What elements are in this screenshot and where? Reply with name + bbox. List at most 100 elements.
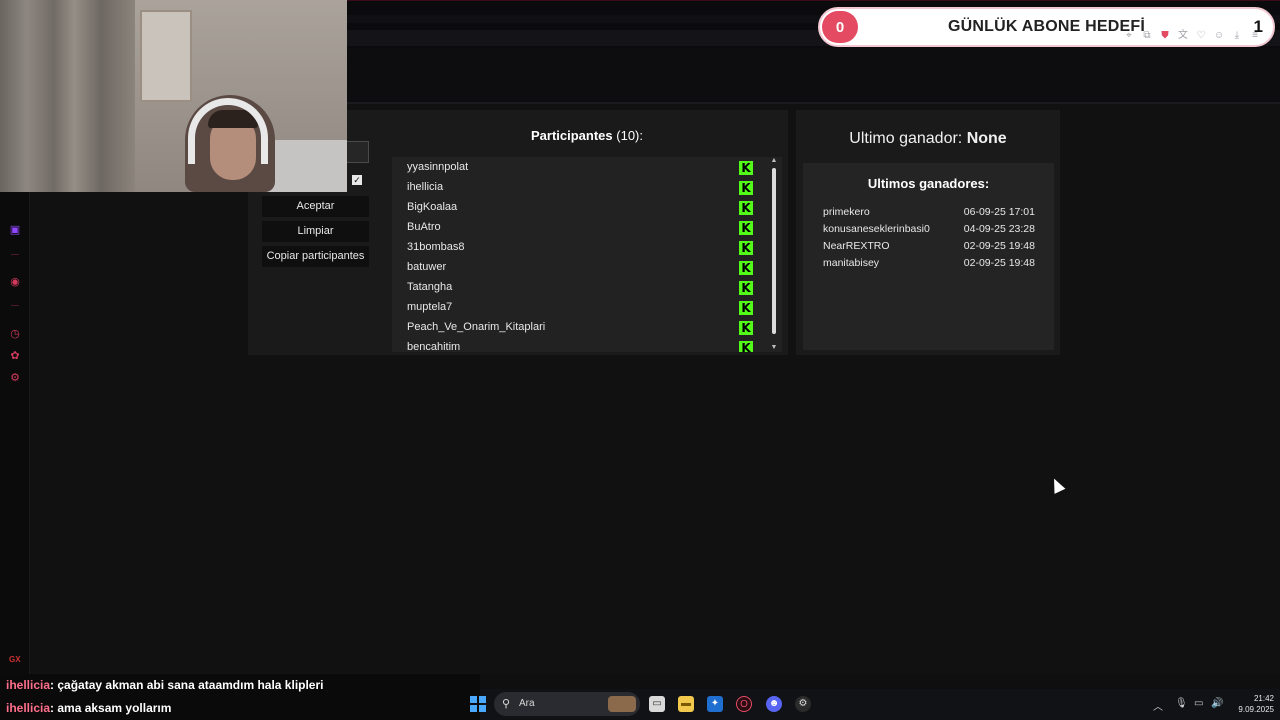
sidebar-divider (11, 254, 19, 255)
participant-row[interactable]: yyasinnpolat K (392, 157, 782, 177)
participant-name: BuAtro (407, 221, 441, 233)
participant-row[interactable]: BuAtro K (392, 217, 782, 237)
kick-icon: K (739, 221, 753, 235)
kick-icon: K (739, 261, 753, 275)
clock-time: 21:42 (1253, 694, 1274, 703)
kick-icon: K (739, 241, 753, 255)
shield-icon[interactable]: ⛊ (1159, 30, 1171, 42)
goal-current-count: 0 (822, 11, 858, 43)
account-icon[interactable]: ☺ (1213, 30, 1225, 42)
steam-icon[interactable]: ⚙ (795, 696, 811, 712)
last-winner-label: Ultimo ganador: (849, 130, 963, 147)
winner-row: konusaneseklerinbasi0 04-09-25 23:28 (823, 223, 1035, 239)
sidebar-divider (11, 305, 19, 306)
twitch-icon[interactable]: ▣ (8, 222, 22, 236)
winner-date: 06-09-25 17:01 (963, 206, 1035, 218)
volume-icon[interactable]: 🔊 (1211, 698, 1223, 709)
snapshot-icon[interactable]: ⧉ (1141, 30, 1153, 42)
winner-row: manitabisey 02-09-25 19:48 (823, 257, 1035, 273)
participants-scrollbar[interactable]: ▲ ▼ (770, 157, 778, 352)
accept-button[interactable]: Aceptar (262, 196, 369, 217)
tray-chevron-icon[interactable]: ︿ (1153, 698, 1163, 713)
player-icon[interactable]: ◉ (8, 274, 22, 288)
participants-count: (10): (616, 128, 643, 143)
clear-button[interactable]: Limpiar (262, 221, 369, 242)
search-icon: ⚲ (502, 698, 511, 710)
task-view-icon[interactable]: ▭ (649, 696, 665, 712)
scroll-down-icon[interactable]: ▼ (770, 344, 778, 352)
chat-message: ihellicia: çağatay akman abi sana ataamd… (6, 678, 324, 692)
copy-participants-button[interactable]: Copiar participantes (262, 246, 369, 267)
taskbar-search[interactable]: ⚲ Ara (494, 692, 640, 716)
participant-row[interactable]: bencahitim K (392, 337, 782, 352)
winner-name: manitabisey (823, 257, 880, 269)
kick-icon: K (739, 281, 753, 295)
heart-icon[interactable]: ♡ (1195, 30, 1207, 42)
winner-row: NearREXTRO 02-09-25 19:48 (823, 240, 1035, 256)
participant-name: BigKoalaa (407, 201, 458, 213)
menu-icon[interactable]: ≡ (1249, 30, 1261, 42)
winner-name: NearREXTRO (823, 240, 890, 252)
windows-start-icon[interactable] (470, 696, 486, 712)
network-app-icon[interactable]: ✦ (707, 696, 723, 712)
participant-name: Tatangha (407, 281, 453, 293)
chat-username: ihellicia (6, 678, 51, 692)
display-icon[interactable]: ▭ (1194, 698, 1203, 709)
keyword-input[interactable] (346, 141, 369, 163)
participant-name: 31bombas8 (407, 241, 465, 253)
participant-name: bencahitim (407, 341, 461, 352)
participant-name: muptela7 (407, 301, 453, 313)
opera-gx-icon[interactable]: O (736, 696, 752, 712)
participants-title: Participantes (530, 128, 613, 143)
winner-date: 02-09-25 19:48 (963, 257, 1035, 269)
kick-icon: K (739, 161, 753, 175)
participant-row[interactable]: 31bombas8 K (392, 237, 782, 257)
pin-icon[interactable]: ⌖ (1123, 30, 1135, 42)
participant-name: yyasinnpolat (407, 161, 469, 173)
participant-row[interactable]: ihellicia K (392, 177, 782, 197)
kick-icon: K (739, 181, 753, 195)
winner-name: primekero (823, 206, 870, 218)
webcam-curtain (0, 0, 135, 192)
discord-icon[interactable]: ☻ (766, 696, 782, 712)
participant-row[interactable]: batuwer K (392, 257, 782, 277)
participant-row[interactable]: Tatangha K (392, 277, 782, 297)
participants-list[interactable]: yyasinnpolat K ihellicia K BigKoalaa K BuAt… (392, 157, 782, 352)
history-icon[interactable]: ◷ (8, 326, 22, 340)
settings-gear-icon[interactable]: ⚙ (8, 370, 22, 384)
chat-overlay: ihellicia: çağatay akman abi sana ataamd… (0, 674, 480, 720)
taskbar-search-placeholder: Ara (519, 698, 535, 709)
microphone-icon[interactable]: 🎙 (1175, 698, 1188, 709)
extensions-icon[interactable]: ✿ (8, 348, 22, 362)
participant-name: ihellicia (407, 181, 444, 193)
participant-name: Peach_Ve_Onarim_Kitaplari (407, 321, 546, 333)
scrollbar-thumb[interactable] (772, 168, 776, 334)
option-checkbox[interactable]: ✓ (352, 175, 362, 185)
search-highlight-icon (608, 696, 636, 712)
kick-icon: K (739, 201, 753, 215)
participant-row[interactable]: Peach_Ve_Onarim_Kitaplari K (392, 317, 782, 337)
last-winner: Ultimo ganador: None (796, 130, 1060, 148)
kick-icon: K (739, 301, 753, 315)
participant-row[interactable]: muptela7 K (392, 297, 782, 317)
translate-icon[interactable]: 文 (1177, 30, 1189, 42)
participants-heading: Participantes (10): (392, 128, 782, 143)
winner-row: primekero 06-09-25 17:01 (823, 206, 1035, 222)
winners-history-title: Ultimos ganadores: (867, 176, 990, 191)
winner-date: 02-09-25 19:48 (963, 240, 1035, 252)
chat-username: ihellicia (6, 701, 51, 715)
winner-name: konusaneseklerinbasi0 (823, 223, 930, 235)
file-explorer-icon[interactable]: ▬ (678, 696, 694, 712)
scroll-up-icon[interactable]: ▲ (770, 157, 778, 165)
browser-toolbar-icons: ⌖ ⧉ ⛊ 文 ♡ ☺ ⤓ ≡ (1123, 30, 1261, 42)
taskbar-clock[interactable]: 21:42 9.09.2025 (1228, 693, 1274, 715)
chat-message: ihellicia: ama aksam yollarım (6, 701, 171, 715)
participant-row[interactable]: BigKoalaa K (392, 197, 782, 217)
download-icon[interactable]: ⤓ (1231, 30, 1243, 42)
chat-text: : ama aksam yollarım (50, 701, 172, 715)
goal-title: GÜNLÜK ABONE HEDEFİ (948, 18, 1145, 35)
last-winner-value: None (966, 130, 1007, 147)
clock-date: 9.09.2025 (1238, 705, 1274, 714)
kick-icon: K (739, 321, 753, 335)
participant-name: batuwer (407, 261, 447, 273)
